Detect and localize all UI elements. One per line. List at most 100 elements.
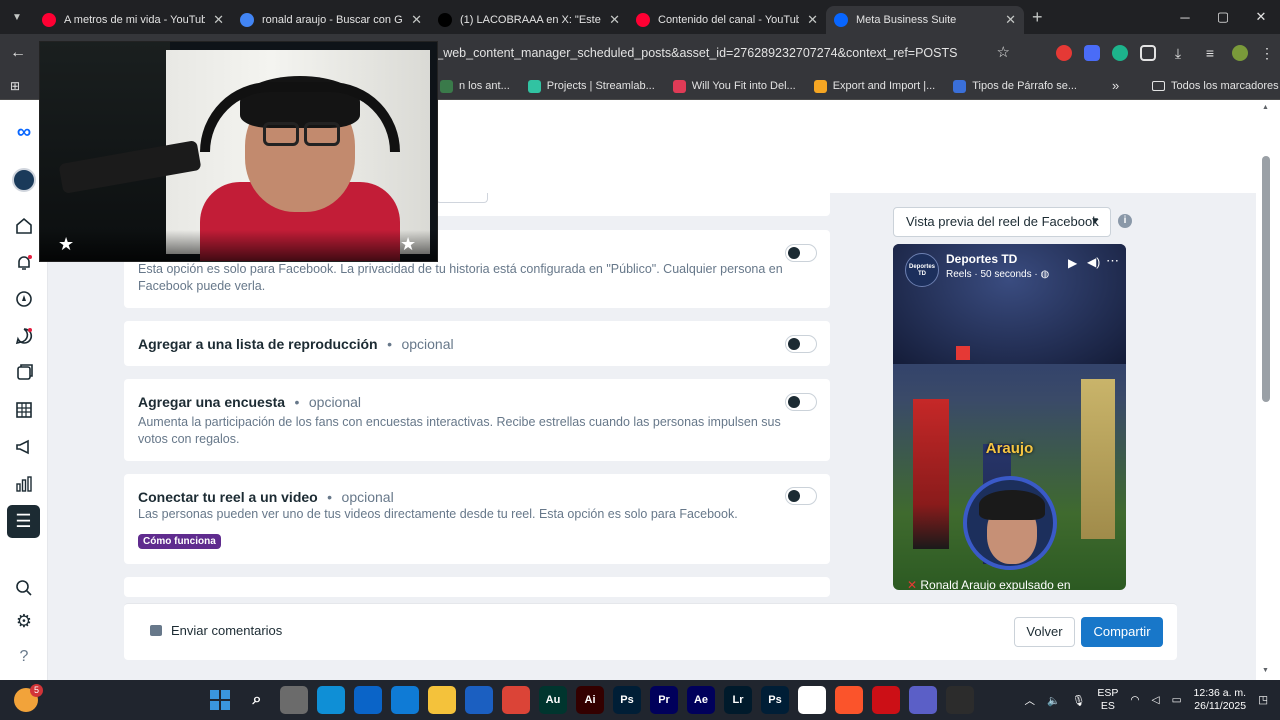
time-text: 12:36 a. m. [1193, 687, 1247, 699]
insights-icon[interactable] [12, 472, 36, 496]
poll-toggle[interactable] [785, 393, 817, 411]
taskbar-app-icon[interactable]: Ps [613, 686, 641, 714]
taskbar-app-icon[interactable] [391, 686, 419, 714]
extension-shield-icon[interactable] [1084, 45, 1100, 61]
ads-icon[interactable] [12, 435, 36, 459]
bookmark-item[interactable]: Will You Fit into Del... [672, 79, 796, 93]
browser-tab[interactable]: (1) LACOBRAAA en X: "Este partido ✕ [430, 6, 628, 34]
messages-icon[interactable] [12, 324, 36, 348]
wifi-icon[interactable]: ◠ [1130, 694, 1139, 706]
bookmarks-overflow-button[interactable]: » [1112, 72, 1119, 100]
speaker-icon[interactable]: 🔈 [1047, 694, 1060, 707]
share-button[interactable]: Compartir [1081, 617, 1163, 647]
minimize-icon[interactable]: ─ [1166, 0, 1204, 34]
info-icon[interactable]: i [1118, 214, 1132, 228]
browser-tab[interactable]: Meta Business Suite ✕ [826, 6, 1024, 34]
story-toggle[interactable] [785, 244, 817, 262]
close-window-icon[interactable]: ✕ [1242, 0, 1280, 34]
planner-icon[interactable] [12, 398, 36, 422]
scrollbar[interactable]: ▲ ▼ [1256, 100, 1280, 680]
taskbar-app-icon[interactable] [946, 686, 974, 714]
extensions-puzzle-icon[interactable] [1140, 45, 1156, 61]
volume-icon[interactable]: ◀) [1087, 255, 1100, 269]
taskbar-app-icon[interactable] [206, 686, 234, 714]
playlist-toggle[interactable] [785, 335, 817, 353]
send-feedback-button[interactable]: Enviar comentarios [150, 623, 282, 638]
taskbar-app-icon[interactable] [502, 686, 530, 714]
browser-menu-icon[interactable]: ⋮ [1260, 45, 1274, 61]
taskbar-app-icon[interactable]: Lr [724, 686, 752, 714]
extension-red-icon[interactable] [1056, 45, 1072, 61]
connect-video-toggle[interactable] [785, 487, 817, 505]
bookmark-item[interactable]: n los ant... [440, 79, 510, 93]
taskbar-app-icon[interactable] [909, 686, 937, 714]
media-control-icon[interactable]: ≡ [1200, 45, 1220, 61]
widgets-icon[interactable]: 5 [14, 684, 43, 712]
bookmark-item[interactable]: Projects | Streamlab... [527, 79, 655, 93]
scroll-down-icon[interactable]: ▼ [1262, 667, 1269, 674]
all-bookmarks-button[interactable]: Todos los marcadores [1152, 72, 1279, 100]
search-icon[interactable] [12, 576, 36, 600]
taskbar-app-icon[interactable] [872, 686, 900, 714]
download-icon[interactable]: ⤓ [1168, 45, 1188, 61]
meta-logo-icon[interactable]: ∞ [12, 120, 36, 144]
bookmark-star-icon[interactable]: ☆ [997, 40, 1010, 66]
home-icon[interactable] [12, 214, 36, 238]
clock[interactable]: 12:36 a. m. 26/11/2025 [1194, 687, 1247, 713]
address-bar[interactable]: z_web_content_manager_scheduled_posts&as… [430, 40, 1010, 66]
new-tab-button[interactable]: + [1032, 7, 1043, 28]
taskbar-app-icon[interactable]: Pr [650, 686, 678, 714]
microphone-icon[interactable]: 🎙 [1072, 694, 1085, 707]
poll-description: Aumenta la participación de los fans con… [138, 415, 781, 446]
tab-close-icon[interactable]: ✕ [411, 12, 422, 28]
tab-close-icon[interactable]: ✕ [213, 12, 224, 28]
explore-icon[interactable] [12, 287, 36, 311]
taskbar-app-icon[interactable] [465, 686, 493, 714]
settings-icon[interactable]: ⚙ [12, 609, 36, 633]
tray-chevron-icon[interactable]: ︿ [1024, 693, 1035, 708]
volume-tray-icon[interactable]: ◁ [1152, 694, 1160, 706]
taskbar-app-icon[interactable] [798, 686, 826, 714]
taskbar-app-icon[interactable]: ⌕ [243, 686, 271, 714]
content-icon[interactable] [12, 361, 36, 385]
reel-preview[interactable]: Deportes TD Deportes TD Reels · 50 secon… [893, 244, 1126, 590]
taskbar-app-icon[interactable] [317, 686, 345, 714]
how-it-works-link[interactable]: Cómo funciona [138, 534, 221, 549]
all-tools-icon[interactable]: ☰ [7, 505, 40, 538]
maximize-icon[interactable]: ▢ [1204, 0, 1242, 34]
taskbar-app-icon[interactable] [428, 686, 456, 714]
taskbar-app-icon[interactable]: Ai [576, 686, 604, 714]
scrollbar-thumb[interactable] [1262, 156, 1270, 402]
help-icon[interactable]: ? [12, 645, 36, 669]
bookmark-item[interactable]: Tipos de Párrafo se... [953, 79, 1077, 93]
browser-tab[interactable]: Contenido del canal - YouTube ✕ [628, 6, 826, 34]
browser-tab[interactable]: ronald araujo - Buscar con Google ✕ [232, 6, 430, 34]
back-button[interactable]: Volver [1014, 617, 1075, 647]
profile-icon[interactable] [12, 168, 36, 192]
play-icon[interactable]: ▶ [1068, 256, 1077, 270]
tab-search-icon[interactable]: ▼ [0, 0, 34, 34]
bookmark-item[interactable]: Export and Import |... [813, 79, 936, 93]
language-indicator[interactable]: ESP ES [1097, 687, 1118, 713]
taskbar-app-icon[interactable]: Ps [761, 686, 789, 714]
browser-tab[interactable]: A metros de mi vida - YouTube ✕ [34, 6, 232, 34]
notifications-icon[interactable] [12, 251, 36, 275]
battery-icon[interactable]: ▭ [1172, 694, 1182, 706]
extension-green-icon[interactable] [1112, 45, 1128, 61]
profile-avatar[interactable] [1232, 45, 1248, 61]
tab-close-icon[interactable]: ✕ [807, 12, 818, 28]
tab-close-icon[interactable]: ✕ [1005, 12, 1016, 28]
apps-grid-icon[interactable]: ⊞ [0, 79, 30, 93]
bookmark-label: Export and Import |... [832, 80, 936, 92]
preview-select[interactable]: Vista previa del reel de Facebook ▼ [893, 207, 1111, 237]
more-options-icon[interactable]: ⋯ [1106, 253, 1119, 269]
notifications-tray-icon[interactable]: ◳ [1258, 694, 1268, 706]
taskbar-app-icon[interactable] [280, 686, 308, 714]
taskbar-app-icon[interactable] [835, 686, 863, 714]
back-arrow-icon[interactable]: ← [0, 44, 36, 62]
taskbar-app-icon[interactable]: Ae [687, 686, 715, 714]
tab-close-icon[interactable]: ✕ [609, 12, 620, 28]
taskbar-app-icon[interactable]: Au [539, 686, 567, 714]
taskbar-app-icon[interactable] [354, 686, 382, 714]
scroll-up-icon[interactable]: ▲ [1262, 104, 1269, 111]
